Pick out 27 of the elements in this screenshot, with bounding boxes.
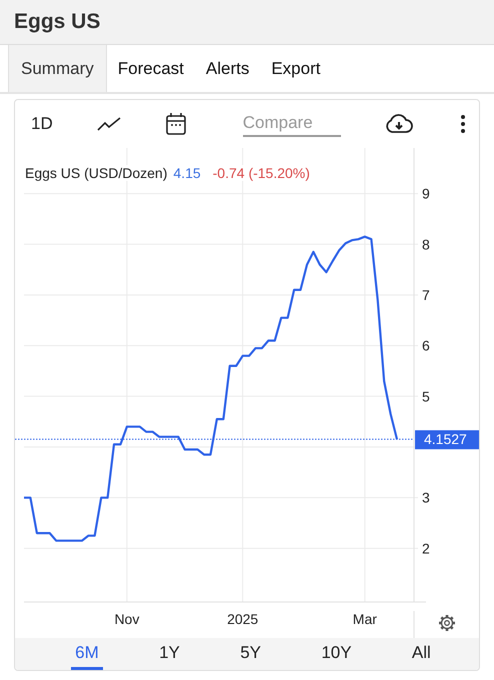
interval-button[interactable]: 1D [31,114,53,134]
x-axis-label: Mar [352,611,377,627]
y-axis-label: 7 [422,286,430,303]
range-tab[interactable]: 5Y [236,638,265,670]
y-axis-label: 2 [422,540,430,556]
legend-change: -0.74 (-15.20%) [212,165,310,181]
cloud-download-icon[interactable] [384,114,413,134]
page-title: Eggs US [14,10,100,34]
tab[interactable]: Summary [8,45,107,92]
more-menu-icon[interactable] [460,114,466,134]
x-axis-label: 2025 [227,611,258,627]
line-chart-icon[interactable] [96,116,121,132]
settings-icon[interactable] [439,615,455,631]
range-tab[interactable]: 10Y [317,638,356,670]
y-axis-label: 8 [422,236,430,252]
x-axis-label: Nov [114,611,140,627]
y-axis-label: 9 [422,186,430,202]
range-tab[interactable]: All [408,638,435,670]
y-axis-label: 3 [422,490,430,506]
calendar-icon[interactable] [164,112,187,136]
legend-price: 4.15 [173,165,201,181]
y-axis-label: 6 [422,338,430,354]
range-tab[interactable]: 6M [71,638,103,670]
range-tab[interactable]: 1Y [155,638,184,670]
last-price-tag: 4.1527 [415,430,479,450]
y-axis-label: 5 [422,388,430,404]
legend-label: Eggs US (USD/Dozen) [25,165,168,181]
